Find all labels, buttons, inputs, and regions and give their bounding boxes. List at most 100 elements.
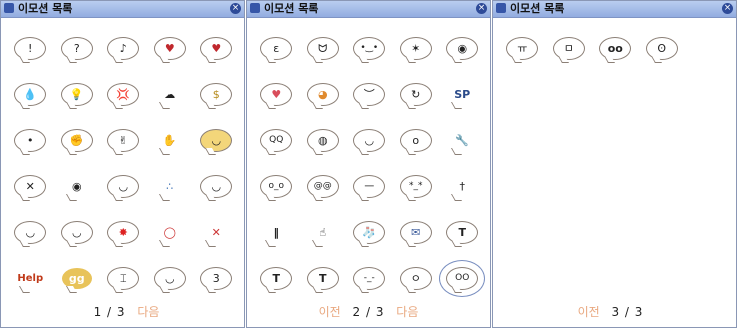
emote-cell[interactable]: o_o: [253, 163, 300, 209]
emote-cell[interactable]: OO: [439, 255, 486, 301]
emote-icon: ㅠ: [506, 36, 539, 60]
emote-window-1: 이모션 목록 × ! ? ♪ ♥ ♥ 💧 💡 💢 ☁ $ • ✊ ✌ ✋ ◡ ✕…: [0, 0, 245, 328]
emote-cell[interactable]: ⌶: [100, 255, 147, 301]
emote-cell[interactable]: ◡: [193, 163, 240, 209]
emote-icon: ✉: [399, 220, 432, 244]
emote-cell[interactable]: 🧦: [346, 209, 393, 255]
emote-cell[interactable]: ︶: [346, 71, 393, 117]
emote-cell[interactable]: ✕: [7, 163, 54, 209]
emote-cell[interactable]: 3: [193, 255, 240, 301]
title-bar[interactable]: 이모션 목록 ×: [247, 1, 490, 18]
emote-cell[interactable]: $: [193, 71, 240, 117]
emote-cell[interactable]: Help: [7, 255, 54, 301]
emote-cell[interactable]: ♥: [253, 71, 300, 117]
prev-button[interactable]: 이전: [578, 305, 600, 319]
emote-cell[interactable]: ◯: [147, 209, 194, 255]
emote-grid: ! ? ♪ ♥ ♥ 💧 💡 💢 ☁ $ • ✊ ✌ ✋ ◡ ✕ ◉ ◡ ∴ ◡ …: [7, 25, 240, 301]
emote-cell[interactable]: ✉: [393, 209, 440, 255]
emote-cell[interactable]: gg: [54, 255, 101, 301]
emote-cell[interactable]: 💧: [7, 71, 54, 117]
emote-icon: ✸: [107, 220, 140, 244]
emote-icon: ♥: [260, 82, 293, 106]
emote-icon: ◡: [107, 174, 140, 198]
emote-cell[interactable]: ㅡ: [346, 163, 393, 209]
emote-icon: •: [14, 128, 47, 152]
emote-cell[interactable]: oo: [592, 25, 639, 71]
emote-cell[interactable]: ♪: [100, 25, 147, 71]
emote-cell[interactable]: ♥: [193, 25, 240, 71]
emote-cell[interactable]: ∴: [147, 163, 194, 209]
emote-cell[interactable]: ♥: [147, 25, 194, 71]
emote-cell[interactable]: ㅠ: [499, 25, 546, 71]
emote-icon: ◯: [154, 221, 185, 243]
emote-icon: ♪: [107, 36, 140, 60]
close-icon[interactable]: ×: [230, 3, 241, 14]
emote-icon: ?: [60, 36, 93, 60]
emote-cell[interactable]: o: [393, 117, 440, 163]
emote-cell[interactable]: ↻: [393, 71, 440, 117]
emote-icon: ◡: [200, 174, 233, 198]
emote-cell[interactable]: ✶: [393, 25, 440, 71]
next-button[interactable]: 다음: [396, 305, 418, 319]
close-icon[interactable]: ×: [476, 3, 487, 14]
emote-cell[interactable]: !: [7, 25, 54, 71]
emote-cell[interactable]: ✌: [100, 117, 147, 163]
emote-cell[interactable]: ◡: [7, 209, 54, 255]
emote-cell[interactable]: ʘ: [639, 25, 686, 71]
emote-cell[interactable]: ✋: [147, 117, 194, 163]
page-indicator: 3 / 3: [611, 305, 644, 319]
emote-cell[interactable]: ㅇ: [393, 255, 440, 301]
emote-cell[interactable]: ✸: [100, 209, 147, 255]
emote-icon: ✌: [107, 128, 140, 152]
emote-cell[interactable]: ◡: [100, 163, 147, 209]
window-icon: [4, 3, 14, 13]
emote-cell[interactable]: ◡: [193, 117, 240, 163]
emote-icon: ㅇ: [399, 266, 432, 290]
emote-icon: ♥: [200, 36, 233, 60]
emote-cell[interactable]: T: [439, 209, 486, 255]
emote-window-2: 이모션 목록 × ε ᗢ •‿• ✶ ◉ ♥ ◕ ︶ ↻ SP QQ ◍ ◡ o…: [246, 0, 491, 328]
emote-cell[interactable]: ◡: [54, 209, 101, 255]
emote-cell[interactable]: SP: [439, 71, 486, 117]
emote-cell[interactable]: ◕: [300, 71, 347, 117]
emote-cell[interactable]: ☁: [147, 71, 194, 117]
emote-icon: gg: [61, 267, 92, 289]
emote-cell[interactable]: ◡: [346, 117, 393, 163]
pagination: 1 / 3 다음: [1, 303, 244, 320]
emote-cell[interactable]: ◉: [439, 25, 486, 71]
emote-cell[interactable]: T: [300, 255, 347, 301]
emote-cell[interactable]: 🔧: [439, 117, 486, 163]
emote-cell[interactable]: ◉: [54, 163, 101, 209]
window-title: 이모션 목록: [18, 2, 73, 15]
emote-icon: ◡: [14, 220, 47, 244]
emote-cell[interactable]: ㅁ: [546, 25, 593, 71]
window-title: 이모션 목록: [510, 2, 565, 15]
emote-cell[interactable]: @@: [300, 163, 347, 209]
emote-cell[interactable]: ‖: [253, 209, 300, 255]
emote-cell[interactable]: -_-: [346, 255, 393, 301]
emote-cell[interactable]: QQ: [253, 117, 300, 163]
emote-cell[interactable]: ?: [54, 25, 101, 71]
emote-cell[interactable]: *_*: [393, 163, 440, 209]
emote-cell[interactable]: 💢: [100, 71, 147, 117]
emote-cell[interactable]: ✕: [193, 209, 240, 255]
emote-cell[interactable]: T: [253, 255, 300, 301]
emote-cell[interactable]: ε: [253, 25, 300, 71]
close-icon[interactable]: ×: [722, 3, 733, 14]
emote-cell[interactable]: ◡: [147, 255, 194, 301]
emote-cell[interactable]: ᗢ: [300, 25, 347, 71]
next-button[interactable]: 다음: [137, 305, 159, 319]
emote-cell[interactable]: †: [439, 163, 486, 209]
prev-button[interactable]: 이전: [319, 305, 341, 319]
emote-cell[interactable]: 💡: [54, 71, 101, 117]
emote-cell[interactable]: ☝: [300, 209, 347, 255]
title-bar[interactable]: 이모션 목록 ×: [1, 1, 244, 18]
emote-icon: †: [447, 175, 478, 197]
title-bar[interactable]: 이모션 목록 ×: [493, 1, 736, 18]
emote-icon: *_*: [399, 174, 432, 198]
emote-window-3: 이모션 목록 × ㅠ ㅁ oo ʘ 이전 3 / 3: [492, 0, 737, 328]
emote-cell[interactable]: ✊: [54, 117, 101, 163]
emote-cell[interactable]: ◍: [300, 117, 347, 163]
emote-cell[interactable]: •‿•: [346, 25, 393, 71]
emote-cell[interactable]: •: [7, 117, 54, 163]
